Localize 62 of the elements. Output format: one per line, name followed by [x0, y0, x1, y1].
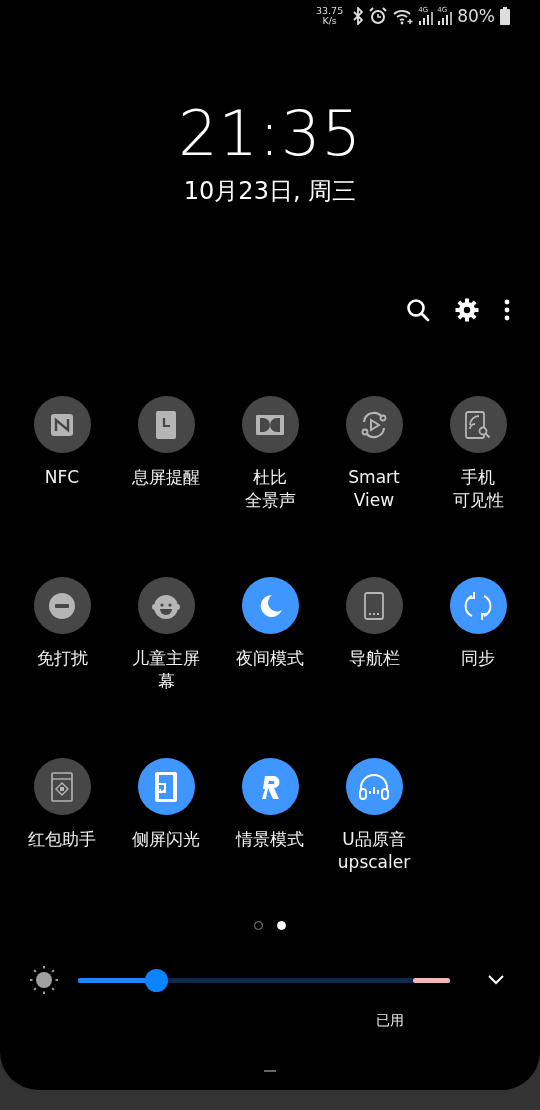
- toggle-label: 儿童主屏幕: [131, 647, 201, 693]
- r-bolt-icon: [259, 773, 281, 800]
- drag-handle[interactable]: [264, 1070, 276, 1072]
- toggle-label: 手机: [461, 466, 495, 489]
- play-cycle-icon: [359, 409, 389, 440]
- quick-toggle[interactable]: [345, 758, 403, 815]
- quick-toggle[interactable]: [33, 758, 91, 815]
- toggle-label: 全景声: [244, 489, 296, 512]
- more-icon: [504, 299, 510, 321]
- quick-toggle[interactable]: [137, 758, 195, 815]
- quick-toggle[interactable]: [345, 396, 403, 453]
- data-usage-text: 已用: [376, 1012, 404, 1030]
- bluetooth-icon: [352, 7, 365, 25]
- quick-toggle[interactable]: [137, 577, 195, 634]
- toggle-label: NFC: [44, 466, 80, 489]
- toggle-label: 导航栏: [348, 647, 400, 670]
- clock-card-icon: [156, 410, 176, 439]
- wifi-icon: [392, 7, 415, 25]
- quick-toggle[interactable]: [241, 758, 299, 815]
- quick-toggle[interactable]: [33, 396, 91, 453]
- sync-icon: [463, 590, 493, 621]
- battery-icon: [500, 7, 510, 25]
- signal-icon: [419, 11, 434, 25]
- quick-toggle[interactable]: [449, 577, 507, 634]
- battery-percent: 80%: [457, 6, 495, 26]
- envelope-icon: [51, 771, 73, 802]
- nfc-icon: [50, 412, 74, 437]
- quick-toggle[interactable]: [345, 577, 403, 634]
- double-d-icon: [256, 414, 284, 435]
- speed-unit: K/s: [322, 16, 337, 26]
- quick-toggle[interactable]: [33, 577, 91, 634]
- alarm-icon: [369, 7, 388, 25]
- toggle-label: 情景模式: [236, 828, 304, 851]
- toggle-label: View: [353, 489, 395, 512]
- toggle-label: 红包助手: [28, 828, 96, 851]
- clock-date: 10月23日, 周三: [182, 176, 358, 206]
- toggle-label: 杜比: [253, 466, 287, 489]
- quick-toggle[interactable]: [449, 396, 507, 453]
- network-speed: 33.75: [316, 6, 344, 16]
- toggle-label: upscaler: [337, 851, 411, 874]
- toggle-label: 免打扰: [36, 647, 88, 670]
- quick-toggle[interactable]: [241, 577, 299, 634]
- minus-circle-icon: [49, 592, 75, 619]
- brightness-icon: [30, 966, 58, 994]
- quick-toggle[interactable]: [137, 396, 195, 453]
- toggle-label: Smart: [348, 466, 400, 489]
- toggle-label: 同步: [461, 647, 495, 670]
- toggle-label: 夜间模式: [236, 647, 304, 670]
- toggle-label: 可见性: [452, 489, 504, 512]
- edge-panel-icon: [155, 771, 177, 802]
- toggle-label: U品原音: [342, 828, 406, 851]
- toggle-label: 息屏提醒: [132, 466, 200, 489]
- phone-icon: [364, 591, 384, 620]
- settings-icon: [455, 298, 479, 322]
- chevron-down-icon: [488, 975, 504, 985]
- toggle-label: 侧屏闪光: [132, 828, 200, 851]
- phone-search-icon: [465, 410, 491, 439]
- quick-toggle[interactable]: [241, 396, 299, 453]
- headphones-icon: [358, 772, 390, 801]
- search-icon: [406, 298, 430, 322]
- clock-time: 21:35: [177, 98, 363, 170]
- signal-icon: [438, 11, 453, 25]
